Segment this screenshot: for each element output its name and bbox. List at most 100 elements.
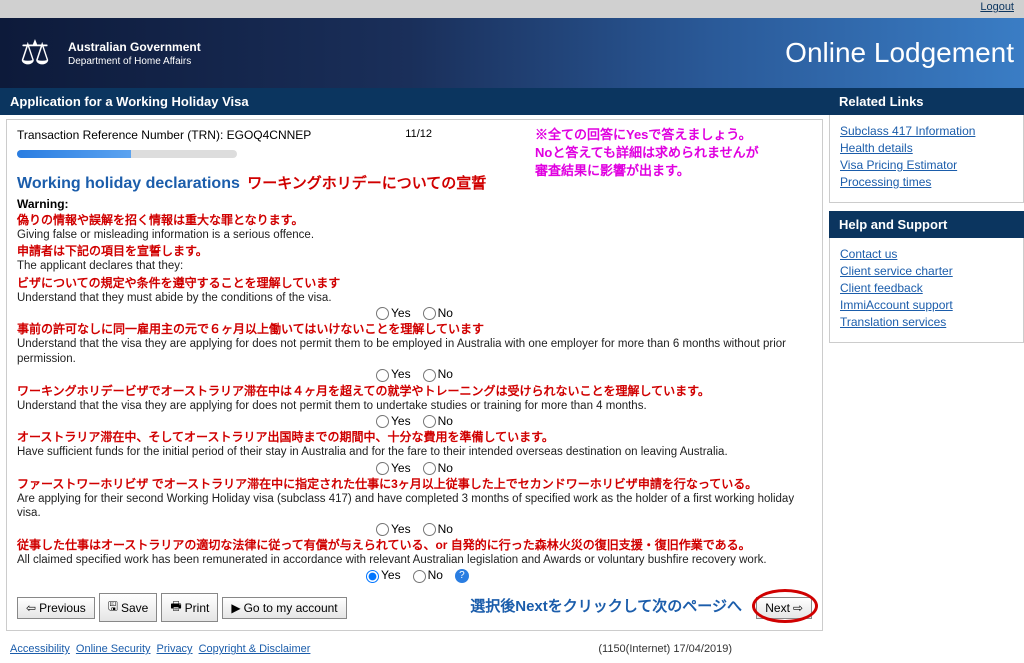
- no-radio[interactable]: [423, 415, 436, 428]
- declaration-en: Understand that the visa they are applyi…: [17, 399, 812, 413]
- no-option[interactable]: No: [423, 461, 453, 475]
- no-radio[interactable]: [423, 369, 436, 382]
- help-link[interactable]: Client feedback: [840, 281, 1013, 295]
- radio-row: Yes No: [17, 461, 812, 475]
- section-title-jp: ワーキングホリデーについての宣誓: [247, 175, 486, 192]
- progress-bar: [17, 150, 237, 158]
- declaration-item: 事前の許可なしに同一雇用主の元で６ヶ月以上働いてはいけないことを理解していますU…: [17, 322, 812, 366]
- footer-stamp: (1150(Internet) 17/04/2019): [598, 643, 732, 655]
- yes-radio[interactable]: [376, 523, 389, 536]
- goto-account-button[interactable]: ▶ Go to my account: [222, 597, 346, 619]
- related-link[interactable]: Visa Pricing Estimator: [840, 158, 1013, 172]
- header-bar: ⚖ Australian Government Department of Ho…: [0, 18, 1024, 88]
- no-radio[interactable]: [423, 462, 436, 475]
- crest-icon: ⚖: [10, 28, 60, 78]
- no-option[interactable]: No: [423, 522, 453, 536]
- help-link[interactable]: ImmiAccount support: [840, 298, 1013, 312]
- declaration-en: All claimed specified work has been remu…: [17, 553, 812, 567]
- yes-radio[interactable]: [366, 570, 379, 583]
- yes-option[interactable]: Yes: [366, 568, 401, 582]
- help-link[interactable]: Translation services: [840, 315, 1013, 329]
- declaration-jp: ワーキングホリデービザでオーストラリア滞在中は４ヶ月を超えての就学やトレーニング…: [17, 384, 812, 399]
- declaration-jp: 事前の許可なしに同一雇用主の元で６ヶ月以上働いてはいけないことを理解しています: [17, 322, 812, 337]
- no-option[interactable]: No: [423, 306, 453, 320]
- footer-link[interactable]: Online Security: [76, 643, 151, 655]
- no-option[interactable]: No: [423, 414, 453, 428]
- declaration-item: オーストラリア滞在中、そしてオーストラリア出国時までの期間中、十分な費用を準備し…: [17, 430, 812, 459]
- declaration-en: Are applying for their second Working Ho…: [17, 492, 812, 521]
- yes-radio[interactable]: [376, 415, 389, 428]
- progress-text: 11/12: [405, 128, 432, 140]
- yes-option[interactable]: Yes: [376, 414, 411, 428]
- declaration-jp: 偽りの情報や誤解を招く情報は重大な罪となります。: [17, 213, 812, 228]
- trn-label: Transaction Reference Number (TRN): EGOQ…: [17, 128, 311, 142]
- radio-row: Yes No: [17, 367, 812, 381]
- related-links-header: Related Links: [829, 88, 1024, 115]
- gov-name: Australian Government: [68, 40, 201, 54]
- footer-link[interactable]: Copyright & Disclaimer: [199, 643, 311, 655]
- declaration-item: ビザについての規定や条件を遵守することを理解していますUnderstand th…: [17, 276, 812, 305]
- no-option[interactable]: No: [423, 367, 453, 381]
- section-title-en: Working holiday declarations: [17, 175, 240, 192]
- declaration-item: 申請者は下記の項目を宣誓します。The applicant declares t…: [17, 244, 812, 273]
- yes-option[interactable]: Yes: [376, 522, 411, 536]
- footer-link[interactable]: Privacy: [157, 643, 193, 655]
- declaration-item: ワーキングホリデービザでオーストラリア滞在中は４ヶ月を超えての就学やトレーニング…: [17, 384, 812, 413]
- radio-row: Yes No?: [17, 568, 812, 583]
- yes-option[interactable]: Yes: [376, 367, 411, 381]
- declaration-en: The applicant declares that they:: [17, 259, 812, 273]
- yes-option[interactable]: Yes: [376, 306, 411, 320]
- declaration-item: 従事した仕事はオーストラリアの適切な法律に従って有償が与えられている、or 自発…: [17, 538, 812, 567]
- declaration-item: 偽りの情報や誤解を招く情報は重大な罪となります。Giving false or …: [17, 213, 812, 242]
- declaration-en: Have sufficient funds for the initial pe…: [17, 445, 812, 459]
- arrow-left-icon: ⇦: [26, 601, 36, 615]
- no-radio[interactable]: [423, 307, 436, 320]
- yes-radio[interactable]: [376, 369, 389, 382]
- save-icon: 🖫: [108, 597, 118, 618]
- arrow-right-icon: ▶: [231, 601, 240, 615]
- footer: Accessibility Online Security Privacy Copyr…: [0, 635, 1024, 663]
- previous-button[interactable]: ⇦ Previous: [17, 597, 95, 619]
- print-icon: 🖶: [170, 597, 181, 618]
- annotation-next: 選択後Nextをクリックして次のページへ: [470, 595, 742, 616]
- radio-row: Yes No: [17, 522, 812, 536]
- help-support-body: Contact us Client service charter Client f…: [829, 238, 1024, 343]
- no-radio[interactable]: [423, 523, 436, 536]
- radio-row: Yes No: [17, 306, 812, 320]
- declaration-jp: 申請者は下記の項目を宣誓します。: [17, 244, 812, 259]
- declaration-jp: ビザについての規定や条件を遵守することを理解しています: [17, 276, 812, 291]
- arrow-right-icon: ⇨: [793, 601, 803, 615]
- related-link[interactable]: Processing times: [840, 175, 1013, 189]
- radio-row: Yes No: [17, 414, 812, 428]
- yes-radio[interactable]: [376, 307, 389, 320]
- warning-label: Warning:: [17, 197, 812, 211]
- related-link[interactable]: Subclass 417 Information: [840, 124, 1013, 138]
- help-icon[interactable]: ?: [455, 569, 469, 583]
- declaration-jp: オーストラリア滞在中、そしてオーストラリア出国時までの期間中、十分な費用を準備し…: [17, 430, 812, 445]
- declaration-item: ファーストワーホリビザ でオーストラリア滞在中に指定された仕事に3ヶ月以上従事し…: [17, 477, 812, 521]
- help-support-header: Help and Support: [829, 211, 1024, 238]
- related-links-body: Subclass 417 Information Health details Vi…: [829, 115, 1024, 203]
- page-title: Online Lodgement: [785, 37, 1014, 69]
- yes-option[interactable]: Yes: [376, 461, 411, 475]
- declaration-en: Understand that they must abide by the c…: [17, 291, 812, 305]
- help-link[interactable]: Client service charter: [840, 264, 1013, 278]
- declaration-en: Understand that the visa they are applyi…: [17, 337, 812, 366]
- no-option[interactable]: No: [413, 568, 443, 582]
- dept-name: Department of Home Affairs: [68, 56, 201, 67]
- declaration-jp: 従事した仕事はオーストラリアの適切な法律に従って有償が与えられている、or 自発…: [17, 538, 812, 553]
- app-title: Application for a Working Holiday Visa: [0, 88, 829, 115]
- logout-link[interactable]: Logout: [980, 1, 1014, 13]
- form-content: ※全ての回答にYesで答えましょう。 Noと答えても詳細は求められませんが 審査…: [6, 119, 823, 631]
- no-radio[interactable]: [413, 570, 426, 583]
- print-button[interactable]: 🖶 Print: [161, 593, 218, 622]
- yes-radio[interactable]: [376, 462, 389, 475]
- declaration-jp: ファーストワーホリビザ でオーストラリア滞在中に指定された仕事に3ヶ月以上従事し…: [17, 477, 812, 492]
- declaration-en: Giving false or misleading information i…: [17, 228, 812, 242]
- footer-link[interactable]: Accessibility: [10, 643, 70, 655]
- related-link[interactable]: Health details: [840, 141, 1013, 155]
- next-button[interactable]: Next ⇨: [756, 597, 812, 619]
- annotation-top: ※全ての回答にYesで答えましょう。 Noと答えても詳細は求められませんが 審査…: [535, 126, 759, 181]
- save-button[interactable]: 🖫 Save: [99, 593, 158, 622]
- help-link[interactable]: Contact us: [840, 247, 1013, 261]
